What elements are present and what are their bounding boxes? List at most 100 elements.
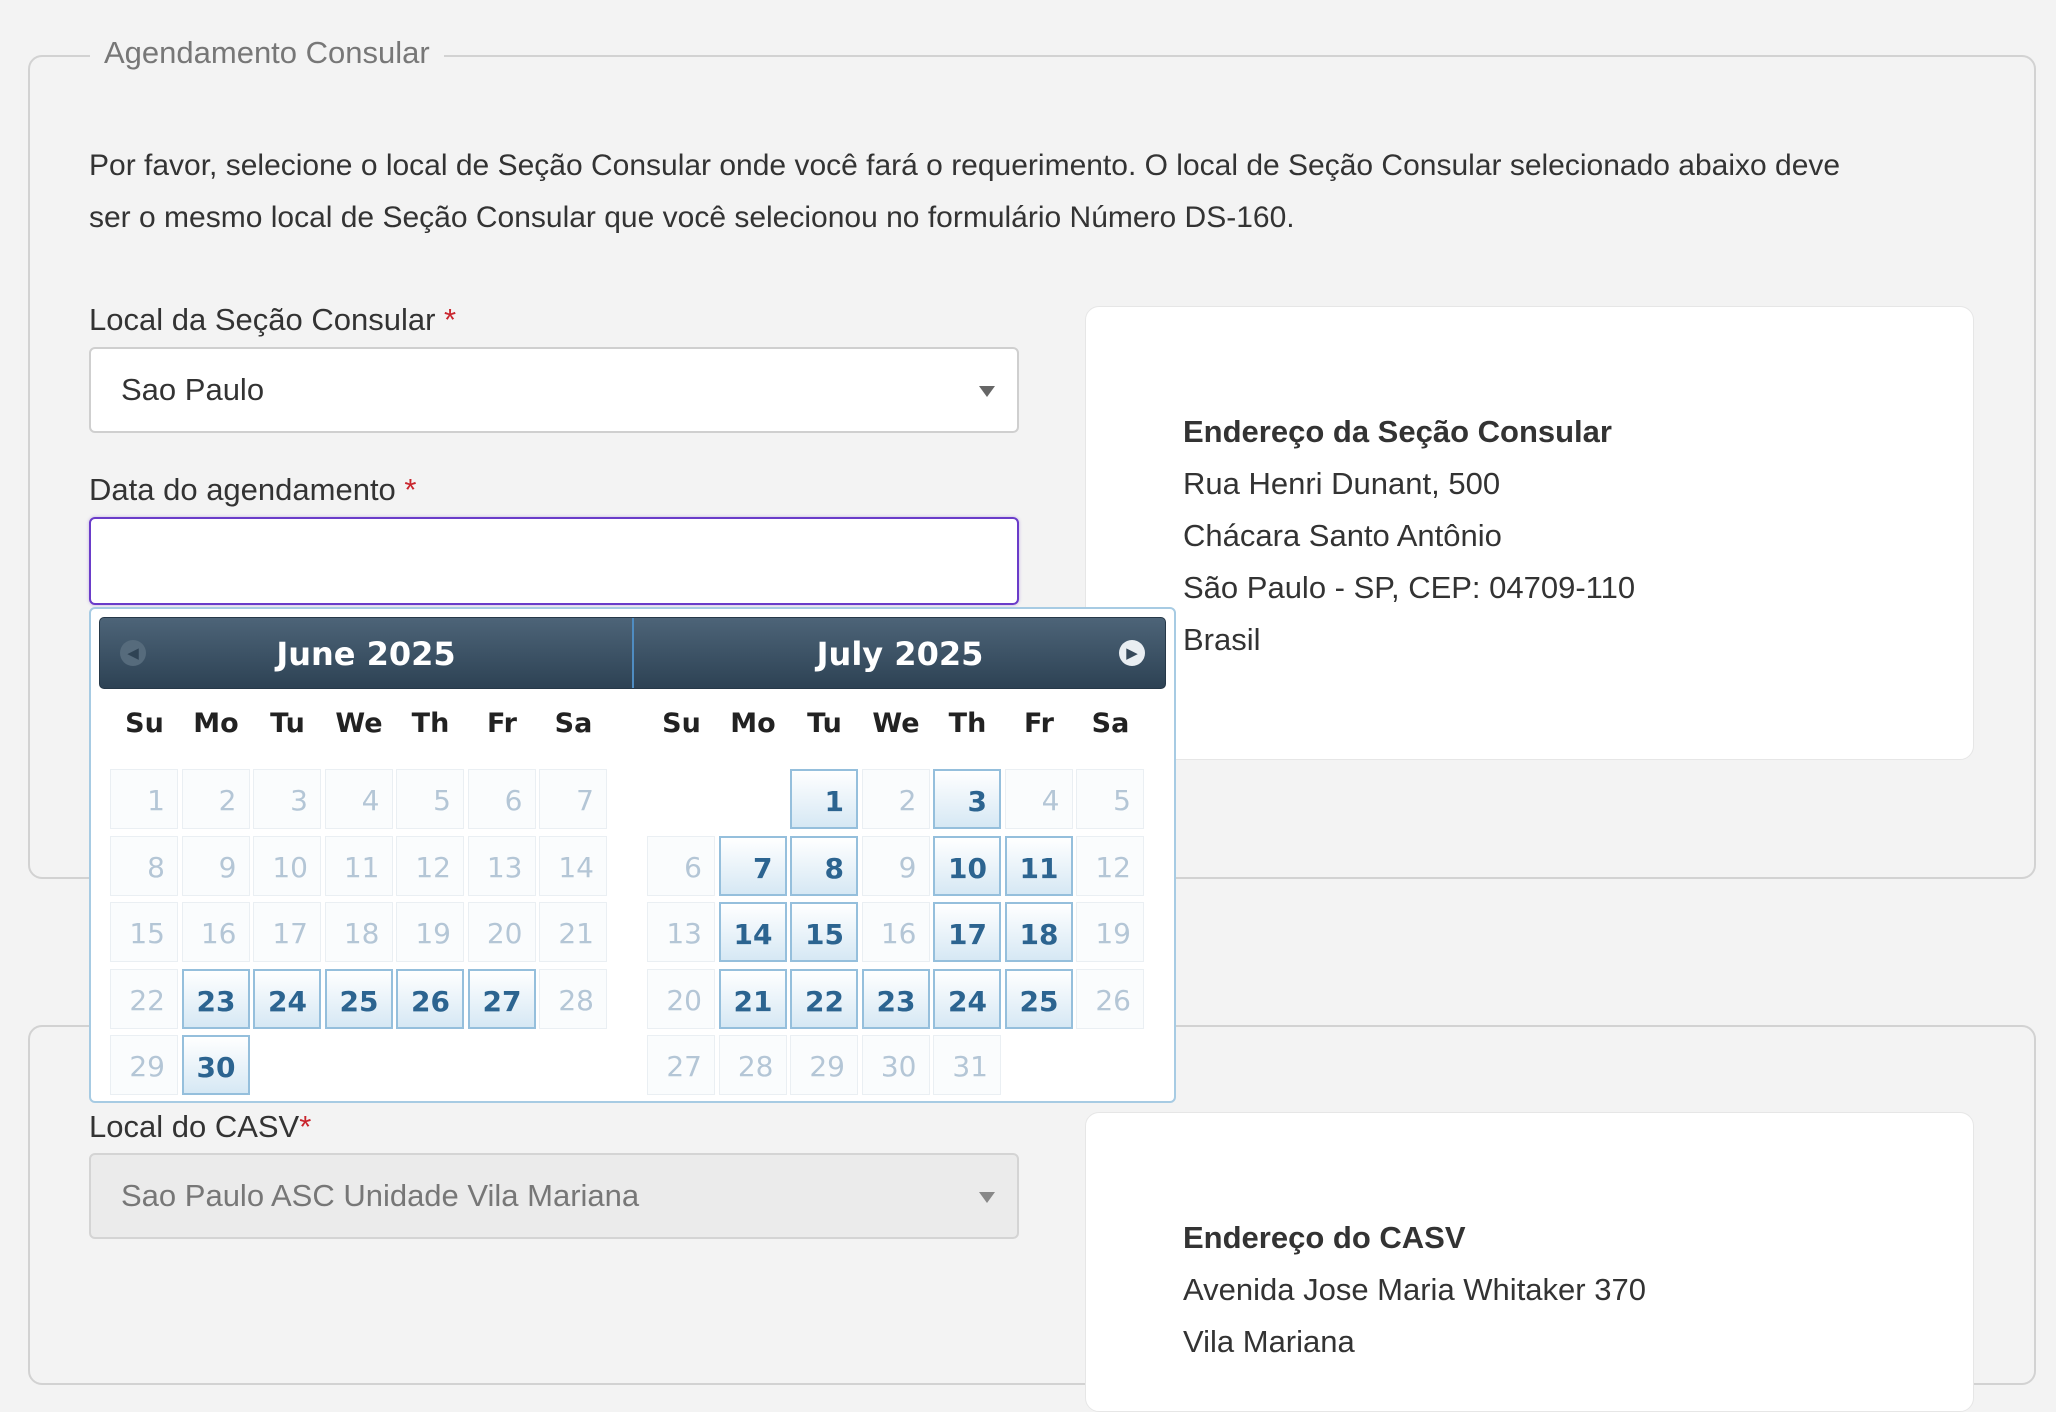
consular-address-line: Chácara Santo Antônio: [1183, 518, 1502, 553]
unavailable-day: 27: [647, 1035, 715, 1095]
available-day[interactable]: 17: [933, 902, 1001, 962]
available-day[interactable]: 26: [396, 968, 464, 1029]
consular-location-label-text: Local da Seção Consular: [89, 302, 436, 337]
unavailable-day: 22: [110, 968, 178, 1029]
unavailable-day: 30: [861, 1035, 930, 1095]
consular-address-line: Rua Henri Dunant, 500: [1183, 466, 1501, 501]
unavailable-day: 5: [396, 769, 464, 829]
casv-address-card: Endereço do CASV Avenida Jose Maria Whit…: [1085, 1112, 1974, 1412]
unavailable-day: 29: [790, 1035, 858, 1095]
available-day[interactable]: 18: [1004, 902, 1073, 962]
intro-text: Por favor, selecione o local de Seção Co…: [89, 140, 1989, 244]
available-day[interactable]: 30: [181, 1035, 250, 1095]
weekday-header: Fr: [486, 708, 518, 739]
unavailable-day: 4: [1004, 769, 1073, 829]
unavailable-day: 5: [1076, 769, 1144, 829]
unavailable-day: 20: [647, 968, 715, 1029]
casv-address-line: Vila Mariana: [1183, 1324, 1355, 1359]
available-day[interactable]: 8: [790, 835, 858, 896]
available-day[interactable]: 15: [790, 902, 858, 962]
unavailable-day: 29: [110, 1035, 178, 1095]
unavailable-day: 28: [539, 968, 607, 1029]
month-title-july: July 2025: [816, 635, 984, 673]
unavailable-day: 10: [253, 835, 321, 896]
available-day[interactable]: 21: [718, 968, 787, 1029]
available-day[interactable]: 23: [861, 968, 930, 1029]
weekday-header: We: [335, 708, 383, 739]
unavailable-day: 20: [467, 902, 536, 962]
chevron-down-icon: [979, 386, 995, 397]
unavailable-day: 6: [647, 835, 715, 896]
calendar-july: Su Mo Tu We Th Fr Sa 1 2 3 4 5 6 7 8 9 10 11 12 13 14 15 16 17 1…: [646, 699, 1166, 1099]
weekday-header: Sa: [554, 708, 593, 739]
available-day[interactable]: 11: [1004, 835, 1073, 896]
weekday-header: Mo: [730, 708, 776, 739]
weekday-header: Tu: [807, 708, 842, 739]
available-day[interactable]: 22: [790, 968, 858, 1029]
unavailable-day: 6: [467, 769, 536, 829]
weekday-header: Th: [411, 708, 450, 739]
weekday-header: Su: [662, 708, 701, 739]
unavailable-day: 3: [253, 769, 321, 829]
available-day[interactable]: 27: [467, 968, 536, 1029]
available-day[interactable]: 14: [718, 902, 787, 962]
available-day[interactable]: 1: [790, 769, 858, 829]
available-day[interactable]: 25: [1004, 968, 1073, 1029]
unavailable-day: 17: [253, 902, 321, 962]
required-asterisk: *: [404, 472, 417, 507]
appointment-date-input[interactable]: [89, 517, 1019, 605]
weekday-header: Th: [948, 708, 987, 739]
required-asterisk: *: [299, 1109, 312, 1144]
casv-location-select[interactable]: Sao Paulo ASC Unidade Vila Mariana: [89, 1153, 1019, 1239]
weekday-header: Su: [125, 708, 164, 739]
available-day[interactable]: 24: [253, 968, 321, 1029]
required-asterisk: *: [444, 302, 457, 337]
unavailable-day: 16: [181, 902, 250, 962]
unavailable-day: 8: [110, 835, 178, 896]
unavailable-day: 4: [324, 769, 393, 829]
available-day[interactable]: 3: [933, 769, 1001, 829]
unavailable-day: 9: [181, 835, 250, 896]
weekday-header: Fr: [1023, 708, 1055, 739]
appointment-date-label-text: Data do agendamento: [89, 472, 396, 507]
unavailable-day: 21: [539, 902, 607, 962]
available-day[interactable]: 10: [933, 835, 1001, 896]
consular-address-card: Endereço da Seção Consular Rua Henri Dun…: [1085, 306, 1974, 760]
datepicker-header: ◀ June 2025 July 2025 ▶: [99, 617, 1166, 689]
unavailable-day: 11: [324, 835, 393, 896]
weekday-header: We: [872, 708, 920, 739]
casv-address-line: Avenida Jose Maria Whitaker 370: [1183, 1272, 1646, 1307]
unavailable-day: 28: [718, 1035, 787, 1095]
unavailable-day: 16: [861, 902, 930, 962]
intro-line-1: Por favor, selecione o local de Seção Co…: [89, 149, 1841, 182]
available-day[interactable]: 25: [324, 968, 393, 1029]
intro-line-2: ser o mesmo local de Seção Consular que …: [89, 201, 1295, 234]
unavailable-day: 2: [181, 769, 250, 829]
unavailable-day: 2: [861, 769, 930, 829]
casv-location-label-text: Local do CASV: [89, 1109, 300, 1144]
consular-location-select[interactable]: Sao Paulo: [89, 347, 1019, 433]
appointment-date-label: Data do agendamento *: [89, 472, 417, 508]
available-day[interactable]: 7: [718, 835, 787, 896]
unavailable-day: 12: [396, 835, 464, 896]
consular-location-label: Local da Seção Consular *: [89, 302, 456, 338]
casv-location-label: Local do CASV*: [89, 1109, 311, 1145]
consular-address-line: Brasil: [1183, 622, 1261, 657]
unavailable-day: 14: [539, 835, 607, 896]
unavailable-day: 15: [110, 902, 178, 962]
unavailable-day: 1: [110, 769, 178, 829]
unavailable-day: 31: [933, 1035, 1001, 1095]
unavailable-day: 7: [539, 769, 607, 829]
consular-address: Endereço da Seção Consular Rua Henri Dun…: [1183, 406, 1635, 666]
unavailable-day: 13: [647, 902, 715, 962]
available-day[interactable]: 24: [933, 968, 1001, 1029]
unavailable-day: 19: [396, 902, 464, 962]
chevron-down-icon: [979, 1192, 995, 1203]
unavailable-day: 26: [1076, 968, 1144, 1029]
casv-address-title: Endereço do CASV: [1183, 1220, 1466, 1255]
unavailable-day: 12: [1076, 835, 1144, 896]
next-month-icon[interactable]: ▶: [1119, 640, 1145, 666]
weekday-header: Tu: [270, 708, 305, 739]
available-day[interactable]: 23: [181, 968, 250, 1029]
month-title-june: June 2025: [276, 635, 456, 673]
